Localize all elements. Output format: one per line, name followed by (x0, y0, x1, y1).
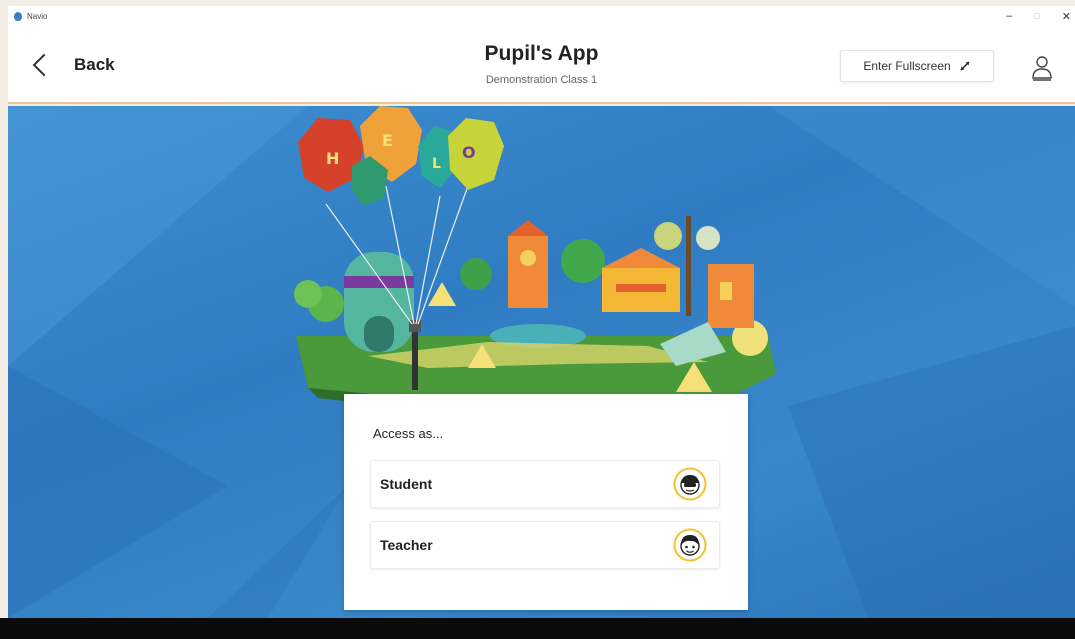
teacher-avatar-icon (673, 528, 707, 562)
student-label: Student (380, 476, 433, 492)
teacher-option[interactable]: Teacher (370, 521, 720, 569)
bottom-bar (0, 618, 1075, 639)
access-heading: Access as... (373, 426, 444, 441)
expand-arrows-icon (960, 61, 970, 71)
balloon-letter-l: L (432, 156, 441, 172)
minimize-button[interactable]: – (1006, 10, 1012, 22)
app-header: Back Pupil's App Demonstration Class 1 E… (8, 26, 1075, 104)
teacher-label: Teacher (380, 537, 433, 553)
os-titlebar: Navio – □ ✕ (8, 6, 1075, 26)
student-avatar-icon (673, 467, 707, 501)
window-controls: – □ ✕ (1006, 6, 1071, 26)
user-icon[interactable] (1030, 54, 1054, 82)
app-window: Navio – □ ✕ Back Pupil's App Demonstrati… (0, 0, 1075, 639)
enter-fullscreen-button[interactable]: Enter Fullscreen (840, 50, 994, 82)
access-card: Access as... Student Teacher (344, 394, 748, 610)
fullscreen-label: Enter Fullscreen (863, 59, 951, 73)
balloon-letter-e: E (382, 131, 393, 150)
balloon-letter-h: H (326, 149, 339, 168)
student-option[interactable]: Student (370, 460, 720, 508)
balloon-letter-o: O (462, 143, 476, 162)
os-app-name: Navio (27, 11, 48, 21)
restore-button[interactable]: □ (1034, 11, 1039, 21)
close-button[interactable]: ✕ (1062, 10, 1071, 23)
app-logo-icon (14, 11, 22, 21)
